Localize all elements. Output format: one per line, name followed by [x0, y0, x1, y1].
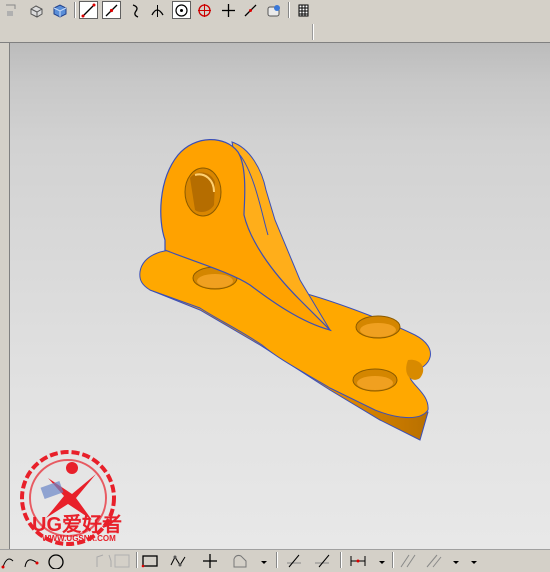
dimension-icon[interactable]	[348, 552, 368, 570]
parallel-constraint-icon[interactable]	[398, 552, 418, 570]
toolbar-separator	[288, 2, 290, 18]
arc-icon[interactable]	[126, 1, 145, 19]
line-point-icon[interactable]	[102, 1, 121, 19]
blank-slot-icon	[70, 552, 90, 570]
corner-grip-icon	[3, 1, 22, 19]
spline-icon[interactable]	[0, 552, 20, 570]
chevron-down-icon[interactable]	[372, 552, 392, 570]
logo-text: UG爱好者	[32, 514, 122, 536]
cube-view-icon[interactable]	[50, 1, 69, 19]
hole-icon[interactable]	[264, 1, 283, 19]
diagonal-line-icon[interactable]	[241, 1, 260, 19]
shaded-view-icon[interactable]	[27, 1, 46, 19]
chevron-down-icon[interactable]	[254, 552, 274, 570]
grid-icon[interactable]	[294, 1, 313, 19]
profile-icon[interactable]	[230, 552, 250, 570]
fillet-icon[interactable]	[94, 552, 114, 570]
line-icon[interactable]	[79, 1, 98, 19]
logo-url: WWW.UGSNX.COM	[42, 534, 116, 543]
blank-slot-icon	[112, 552, 132, 570]
toolbar-separator	[136, 552, 138, 568]
arc-tangent-icon[interactable]	[148, 1, 167, 19]
trim-icon[interactable]	[284, 552, 304, 570]
toolbar-separator	[74, 2, 76, 18]
circle-icon[interactable]	[46, 552, 66, 570]
circle-point-icon[interactable]	[195, 1, 214, 19]
toolbar-separator	[392, 552, 394, 568]
top-toolbar	[0, 0, 550, 23]
crosshair-icon[interactable]	[219, 1, 238, 19]
3d-part-model[interactable]	[130, 130, 440, 450]
bottom-toolbar	[0, 549, 550, 572]
curve-point-icon[interactable]	[22, 552, 42, 570]
chevron-down-icon[interactable]	[446, 552, 466, 570]
toolbar-separator	[276, 552, 278, 568]
secondary-toolbar	[0, 22, 550, 43]
toolbar-separator	[340, 552, 342, 568]
mirror-icon[interactable]	[424, 552, 444, 570]
toolbar-options-icon[interactable]	[466, 552, 486, 570]
extend-icon[interactable]	[312, 552, 332, 570]
left-panel-edge	[0, 43, 10, 549]
rectangle-icon[interactable]	[140, 552, 160, 570]
toolbar-separator	[312, 24, 314, 40]
point-cross-icon[interactable]	[200, 552, 220, 570]
circle-center-icon[interactable]	[172, 1, 191, 19]
polyline-icon[interactable]	[168, 552, 188, 570]
